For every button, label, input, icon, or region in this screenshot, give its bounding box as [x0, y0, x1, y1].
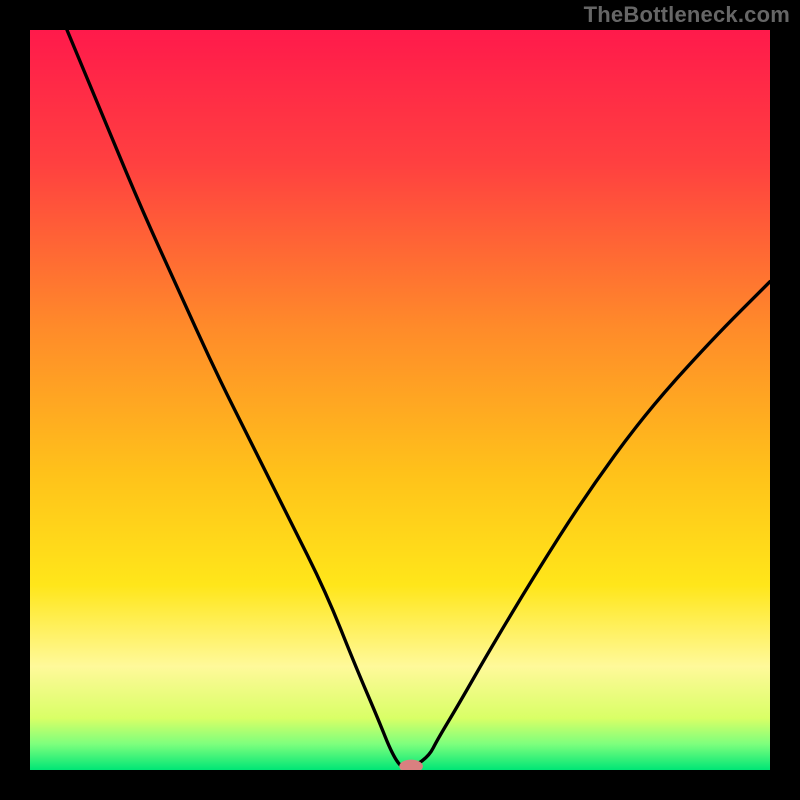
- bottleneck-plot: [30, 30, 770, 770]
- watermark-text: TheBottleneck.com: [584, 2, 790, 28]
- chart-stage: TheBottleneck.com: [0, 0, 800, 800]
- plot-frame: [30, 30, 770, 770]
